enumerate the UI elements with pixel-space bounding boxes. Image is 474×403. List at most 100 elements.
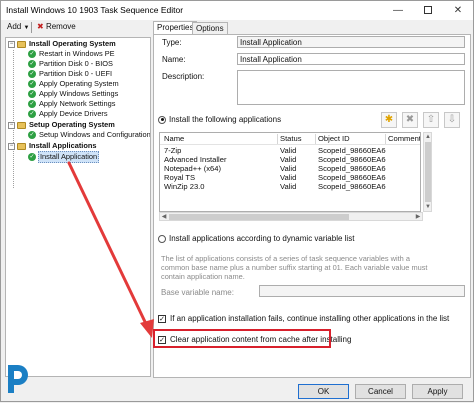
tree-item[interactable]: ✓ Apply Device Drivers: [28, 109, 109, 119]
continue-on-fail-label: If an application installation fails, co…: [170, 314, 450, 323]
add-menu-button[interactable]: Add ▼: [7, 22, 29, 31]
maximize-button[interactable]: [413, 1, 443, 20]
checkmark-icon: ✓: [28, 90, 36, 99]
description-label: Description:: [162, 72, 205, 81]
apply-button[interactable]: Apply: [412, 384, 463, 399]
tree-item-label: Setup Operating System: [29, 120, 115, 129]
cell-object-id: ScopeId_98660EA6-F2C2-...: [318, 173, 386, 182]
base-variable-label: Base variable name:: [161, 288, 234, 297]
move-down-button[interactable]: ⇩: [444, 112, 460, 128]
continue-on-fail-checkbox[interactable]: ✓ If an application installation fails, c…: [158, 314, 449, 323]
scroll-up-icon[interactable]: ▲: [424, 133, 432, 141]
ok-button[interactable]: OK: [298, 384, 349, 399]
scroll-right-icon[interactable]: ▶: [414, 213, 422, 221]
toolbar-divider: [31, 22, 32, 33]
column-divider: [385, 134, 386, 144]
task-sequence-editor-window: Install Windows 10 1903 Task Sequence Ed…: [0, 0, 474, 402]
cell-name: 7-Zip: [164, 146, 182, 155]
checkmark-icon: ✓: [28, 50, 36, 59]
name-label: Name:: [162, 55, 186, 64]
remove-icon: ✖: [405, 114, 415, 125]
arrow-down-icon: ⇩: [447, 114, 457, 125]
applications-list[interactable]: Name Status Object ID Comments 7-Zip Val…: [159, 132, 421, 212]
tree-item[interactable]: ✓ Apply Windows Settings: [28, 89, 119, 99]
collapse-icon[interactable]: −: [8, 142, 15, 150]
cell-status: Valid: [280, 164, 297, 173]
title-bar: Install Windows 10 1903 Task Sequence Ed…: [1, 1, 473, 20]
tree-connector: [13, 148, 14, 188]
tree-item-install-application[interactable]: ✓ Install Application: [28, 151, 100, 163]
scroll-down-icon[interactable]: ▼: [424, 203, 432, 211]
description-input[interactable]: [237, 70, 465, 105]
checkmark-icon: ✓: [28, 80, 36, 89]
checkmark-icon: ✓: [28, 70, 36, 79]
tab-properties[interactable]: Properties: [153, 21, 198, 35]
tree-item[interactable]: ✓ Partition Disk 0 - BIOS: [28, 59, 114, 69]
collapse-icon[interactable]: −: [8, 121, 15, 129]
remove-application-button[interactable]: ✖: [402, 112, 418, 128]
cell-status: Valid: [280, 155, 297, 164]
checkmark-icon: ✓: [28, 100, 36, 109]
tree-item[interactable]: ✓ Partition Disk 0 - UEFI: [28, 69, 113, 79]
remove-button[interactable]: ✖ Remove: [37, 22, 76, 31]
cancel-button[interactable]: Cancel: [355, 384, 406, 399]
collapse-icon[interactable]: −: [8, 40, 15, 48]
tree-group-install-applications[interactable]: − Install Applications: [8, 141, 97, 151]
dynamic-list-description: The list of applications consists of a s…: [161, 254, 428, 281]
cell-status: Valid: [280, 173, 297, 182]
folder-icon: [17, 40, 26, 48]
column-header-status[interactable]: Status: [280, 133, 314, 145]
scroll-left-icon[interactable]: ◀: [160, 213, 168, 221]
column-divider: [277, 134, 278, 144]
tree-item-label: Setup Windows and Configuration: [39, 130, 151, 139]
cell-status: Valid: [280, 182, 297, 191]
remove-icon: ✖: [37, 22, 44, 31]
cell-name: WinZip 23.0: [164, 182, 205, 191]
tree-item[interactable]: ✓ Restart in Windows PE: [28, 49, 116, 59]
cell-status: Valid: [280, 146, 297, 155]
cell-object-id: ScopeId_98660EA6-F2C2-...: [318, 155, 386, 164]
move-up-button[interactable]: ⇧: [423, 112, 439, 128]
close-button[interactable]: ✕: [443, 1, 473, 20]
tree-item-label: Install Operating System: [29, 39, 116, 48]
table-row[interactable]: WinZip 23.0 Valid ScopeId_98660EA6-F2C2-…: [160, 182, 420, 191]
tree-group-setup-operating-system[interactable]: − Setup Operating System: [8, 120, 116, 130]
cell-name: Royal TS: [164, 173, 196, 182]
scroll-thumb[interactable]: [425, 142, 431, 202]
install-following-radio[interactable]: Install the following applications: [158, 115, 281, 124]
table-row[interactable]: Notepad++ (x64) Valid ScopeId_98660EA6-F…: [160, 164, 420, 173]
add-application-button[interactable]: ✱: [381, 112, 397, 128]
tree-item[interactable]: ✓ Setup Windows and Configuration: [28, 130, 151, 140]
list-header: Name Status Object ID Comments: [160, 133, 420, 145]
cell-name: Notepad++ (x64): [164, 164, 221, 173]
column-header-comments[interactable]: Comments: [388, 133, 420, 145]
tree-item-label: Restart in Windows PE: [39, 49, 115, 58]
tree-item-label: Apply Device Drivers: [39, 109, 108, 118]
minimize-button[interactable]: —: [383, 1, 413, 20]
list-vertical-scrollbar[interactable]: ▲ ▼: [423, 132, 432, 212]
scroll-thumb[interactable]: [169, 214, 349, 220]
checkbox-checked-icon: ✓: [158, 314, 166, 323]
dynamic-list-radio[interactable]: Install applications according to dynami…: [158, 234, 354, 243]
tree-item[interactable]: ✓ Apply Operating System: [28, 79, 120, 89]
table-row[interactable]: Royal TS Valid ScopeId_98660EA6-F2C2-...: [160, 173, 420, 182]
tree-item[interactable]: ✓ Apply Network Settings: [28, 99, 116, 109]
brand-logo-icon: [8, 365, 28, 393]
cell-object-id: ScopeId_98660EA6-F2C2-...: [318, 146, 386, 155]
window-title: Install Windows 10 1903 Task Sequence Ed…: [6, 5, 184, 15]
column-header-name[interactable]: Name: [164, 133, 274, 145]
arrow-up-icon: ⇧: [426, 114, 436, 125]
table-row[interactable]: Advanced Installer Valid ScopeId_98660EA…: [160, 155, 420, 164]
list-horizontal-scrollbar[interactable]: ◀ ▶: [159, 212, 423, 221]
annotation-highlight-box: [153, 329, 331, 348]
maximize-icon: [424, 6, 432, 15]
name-input[interactable]: Install Application: [237, 53, 465, 65]
base-variable-input: [259, 285, 465, 297]
install-following-label: Install the following applications: [169, 115, 282, 124]
task-sequence-tree[interactable]: − Install Operating System ✓ Restart in Wi…: [5, 37, 151, 377]
table-row[interactable]: 7-Zip Valid ScopeId_98660EA6-F2C2-...: [160, 146, 420, 155]
tree-group-install-operating-system[interactable]: − Install Operating System: [8, 39, 117, 49]
tree-toolbar: Add ▼ ✖ Remove: [5, 22, 145, 34]
column-header-object-id[interactable]: Object ID: [318, 133, 382, 145]
tree-item-label: Install Application: [38, 151, 100, 163]
